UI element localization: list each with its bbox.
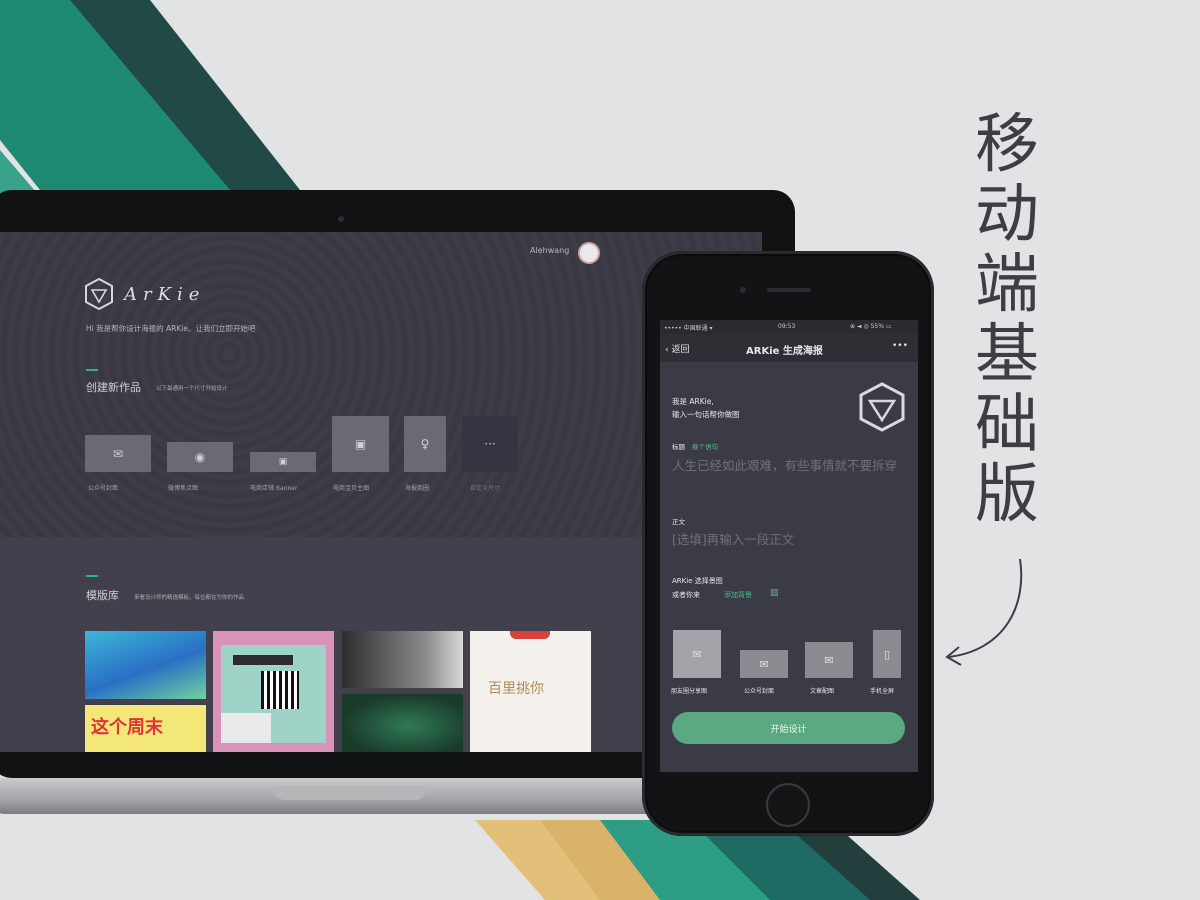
arkie-logo-icon: [859, 382, 905, 432]
laptop-camera: [338, 216, 344, 222]
arkie-logo-icon: [85, 278, 113, 310]
carrier-text: ••••• 中国联通 ▾: [664, 325, 713, 332]
template-thumbnail[interactable]: [213, 631, 334, 752]
headline-input[interactable]: 人生已经如此艰难，有些事情就不要拆穿: [672, 458, 906, 473]
title-char: 移: [975, 108, 1039, 182]
greeting-line-1: 我是 ARKie,: [672, 397, 714, 406]
poster-headline: 这个周末: [91, 717, 163, 738]
image-icon: ▣: [278, 457, 288, 467]
image-icon: ▣: [354, 437, 367, 451]
option-article-image[interactable]: ✉: [805, 642, 853, 678]
laptop-notch: [275, 786, 425, 800]
background-label: ARKie 选择景图: [672, 577, 723, 585]
wechat-icon: ✉: [112, 446, 124, 461]
option-label: 朋友圈分享图: [671, 688, 708, 695]
create-card-weibo[interactable]: ◉: [167, 442, 233, 472]
template-thumbnail[interactable]: [85, 631, 206, 699]
create-card-wechat-cover[interactable]: ✉: [85, 435, 151, 472]
intro-text: Hi 我是帮你设计海报的 ARKie。让我们立即开始吧: [86, 324, 256, 333]
create-card-label: 微博焦点图: [168, 485, 199, 492]
title-char: 动: [975, 178, 1039, 252]
create-section-subtitle: 以下最通用一个尺寸开始设计: [156, 386, 228, 392]
create-card-product[interactable]: ▣: [332, 416, 389, 472]
body-label: 正文: [672, 518, 685, 526]
more-icon: ···: [484, 437, 496, 451]
lightbulb-icon: ♀: [420, 437, 430, 451]
create-card-label: 自定义尺寸: [470, 485, 501, 492]
chevron-left-icon: ‹: [665, 345, 669, 355]
title-char: 基: [975, 318, 1039, 392]
body-input[interactable]: [选填]再输入一段正文: [672, 532, 906, 547]
weibo-icon: ◉: [194, 450, 206, 464]
start-design-button[interactable]: 开始设计: [672, 712, 905, 744]
section-accent: [86, 575, 98, 577]
option-label: 公众号封面: [744, 688, 775, 695]
wechat-icon: ✉: [759, 657, 769, 671]
more-menu-button[interactable]: •••: [892, 341, 908, 351]
status-bar: ••••• 中国联通 ▾ 09:53 ⊕ ◄ ◎ 55% ▭: [660, 320, 918, 334]
create-card-poster[interactable]: ♀: [404, 416, 446, 472]
option-label: 手机全屏: [870, 688, 895, 695]
wechat-icon: ✉: [692, 647, 702, 661]
create-card-label: 电商宝贝主图: [333, 485, 370, 492]
back-label: 返回: [671, 345, 690, 355]
template-thumbnail[interactable]: [342, 631, 463, 688]
phone-home-button[interactable]: [766, 783, 810, 827]
background-hint: 或者你来: [672, 591, 700, 599]
avatar[interactable]: [578, 242, 600, 264]
wechat-icon: ✉: [824, 653, 834, 667]
template-section-title: 模版库: [86, 589, 119, 602]
create-card-label: 海报朋圈: [405, 485, 430, 492]
phone-screen: ••••• 中国联通 ▾ 09:53 ⊕ ◄ ◎ 55% ▭ ‹ 返回 ARKi…: [660, 320, 918, 772]
status-time: 09:53: [778, 323, 796, 330]
create-card-banner[interactable]: ▣: [250, 452, 316, 472]
add-background-link[interactable]: 添加背景: [724, 590, 752, 600]
template-thumbnail[interactable]: 百里挑你: [470, 631, 591, 752]
option-phone-fullscreen[interactable]: ▯: [873, 630, 901, 678]
template-section-subtitle: 来看设计师的精选模板，每位都在为你的作品: [134, 595, 245, 601]
user-name[interactable]: Alehwang: [530, 246, 569, 255]
greeting-line-2: 输入一句话帮你做图: [672, 410, 740, 419]
title-char: 版: [975, 458, 1039, 532]
create-card-label: 电商店铺 Banner: [250, 485, 298, 492]
option-wechat-cover[interactable]: ✉: [740, 650, 788, 678]
template-thumbnail[interactable]: [342, 694, 463, 752]
qr-code-icon: [261, 671, 299, 709]
change-phrase-link[interactable]: 换个语句: [692, 441, 718, 451]
vertical-title: 移 动 端 基 础 版: [962, 110, 1052, 530]
image-icon: ▨: [770, 588, 779, 598]
section-accent: [86, 369, 98, 371]
nav-title: ARKie 生成海报: [746, 346, 823, 357]
option-label: 文章配图: [810, 688, 835, 695]
phone-camera: [740, 287, 746, 293]
phone-speaker: [767, 288, 811, 292]
create-card-custom[interactable]: ···: [462, 416, 518, 472]
poster-headline: 百里挑你: [488, 681, 544, 697]
create-section-title: 创建新作品: [86, 381, 141, 394]
battery-indicator: ⊕ ◄ ◎ 55% ▭: [850, 323, 892, 330]
title-char: 础: [975, 388, 1039, 462]
nav-bar: ‹ 返回 ARKie 生成海报 •••: [660, 334, 918, 362]
title-char: 端: [975, 248, 1039, 322]
back-button[interactable]: ‹ 返回: [665, 342, 690, 355]
headline-label: 标题: [672, 443, 685, 451]
logo-text: ArKie: [124, 284, 206, 305]
curved-arrow-icon: [945, 558, 1023, 666]
create-card-label: 公众号封面: [88, 485, 119, 492]
template-thumbnail[interactable]: 这个周末: [85, 705, 206, 752]
phone-icon: ▯: [883, 647, 891, 661]
option-moments-share[interactable]: ✉: [673, 630, 721, 678]
